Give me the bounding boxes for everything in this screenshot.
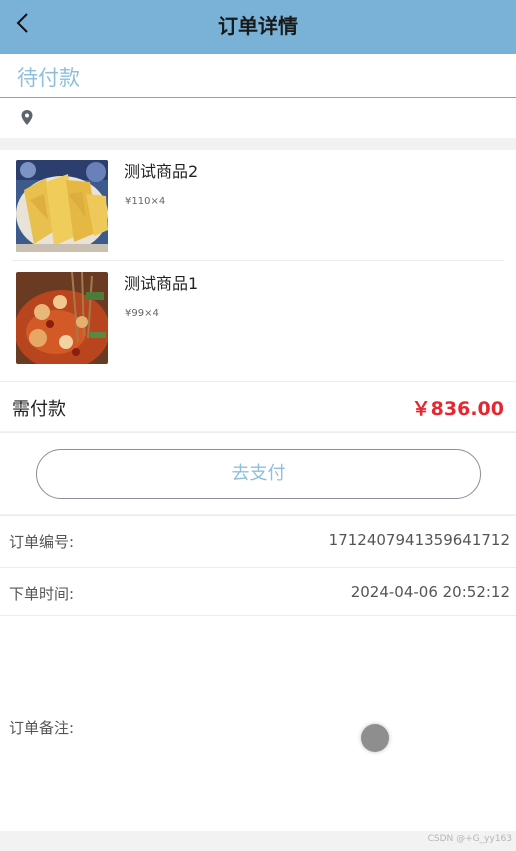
order-remark-row: 订单备注: [0, 615, 516, 831]
order-time-value: 2024-04-06 20:52:12 [350, 583, 510, 601]
order-number-row: 订单编号: 1712407941359641712 [0, 515, 516, 567]
goods-price: ¥99×4 [125, 308, 159, 319]
order-number-label: 订单编号: [9, 533, 75, 551]
divider [12, 260, 504, 261]
payment-label: 需付款 [12, 399, 66, 420]
goods-item[interactable]: 测试商品2 ¥110×4 [0, 150, 516, 260]
goods-name: 测试商品1 [124, 274, 199, 293]
payment-row: 需付款 ￥836.00 [0, 381, 516, 431]
goods-image [16, 272, 108, 364]
header-bar: 订单详情 [0, 0, 516, 54]
go-pay-button[interactable]: 去支付 [36, 449, 481, 499]
location-pin-icon [21, 110, 33, 125]
watermark: CSDN @+G_yy163 [427, 834, 512, 844]
pay-button-area: 去支付 [0, 432, 516, 514]
address-row[interactable] [0, 98, 516, 138]
order-time-label: 下单时间: [9, 585, 75, 603]
goods-name: 测试商品2 [124, 162, 199, 181]
order-remark-label: 订单备注: [9, 719, 75, 737]
goods-image [16, 160, 108, 252]
page-title: 订单详情 [218, 14, 298, 38]
goods-item[interactable]: 测试商品1 ¥99×4 [0, 262, 516, 372]
order-number-value: 1712407941359641712 [328, 531, 510, 549]
order-status-bar: 待付款 [0, 54, 516, 98]
order-time-row: 下单时间: 2024-04-06 20:52:12 [0, 567, 516, 615]
payment-amount: ￥836.00 [411, 398, 504, 420]
order-status: 待付款 [17, 66, 80, 90]
goods-price: ¥110×4 [125, 196, 166, 207]
floating-assistive-button[interactable] [361, 724, 389, 752]
